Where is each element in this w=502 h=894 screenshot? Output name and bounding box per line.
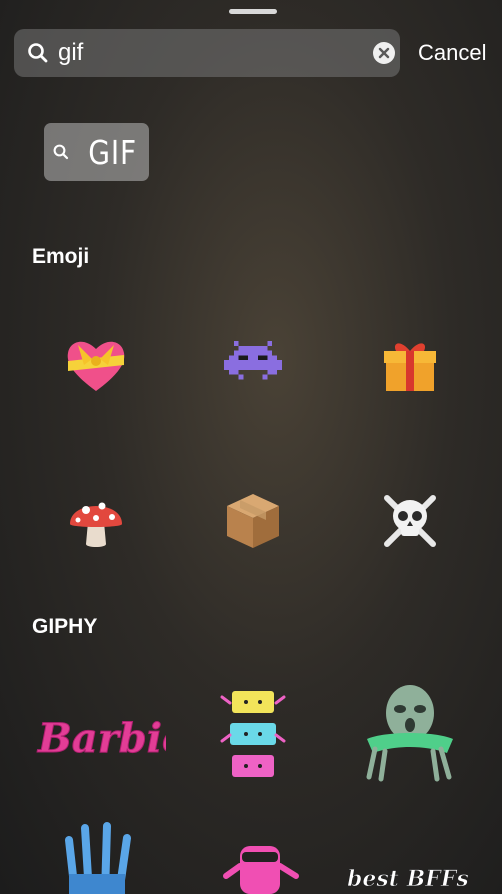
skull-and-crossbones-icon xyxy=(384,495,436,547)
section-title-giphy: GIPHY xyxy=(32,615,98,638)
giphy-hand-sticker[interactable] xyxy=(40,820,160,894)
search-icon xyxy=(53,144,68,160)
emoji-mushroom[interactable] xyxy=(36,466,156,576)
sheet-drag-handle[interactable] xyxy=(229,9,277,14)
emoji-wrapped-gift[interactable] xyxy=(350,310,470,420)
pink-character-graphic xyxy=(223,846,299,894)
close-icon xyxy=(378,47,390,59)
giphy-best-bffs-sticker[interactable]: best BFFs xyxy=(345,856,485,894)
search-input[interactable] xyxy=(58,37,358,69)
search-bar[interactable] xyxy=(14,29,400,77)
chip-label: GIF xyxy=(88,132,137,172)
hand-graphic xyxy=(65,822,131,894)
best-bffs-text: best BFFs xyxy=(347,866,469,892)
cancel-button[interactable]: Cancel xyxy=(418,40,486,66)
emoji-heart-with-ribbon[interactable] xyxy=(36,310,156,420)
search-icon xyxy=(28,43,48,63)
stacked-blocks-graphic xyxy=(220,691,286,777)
space-invader-icon xyxy=(224,341,282,380)
alien-graphic xyxy=(366,685,453,782)
barbie-sticker-graphic: Barbie xyxy=(37,715,167,763)
gif-suggestion-chip[interactable]: GIF xyxy=(44,123,149,181)
mushroom-icon xyxy=(70,502,122,547)
clear-search-button[interactable] xyxy=(373,42,395,64)
giphy-stacked-blocks-sticker[interactable] xyxy=(193,680,313,790)
wrapped-gift-icon xyxy=(384,343,436,391)
section-title-emoji: Emoji xyxy=(32,245,90,268)
emoji-space-invader[interactable] xyxy=(193,310,313,420)
giphy-alien-sticker[interactable] xyxy=(350,676,470,786)
emoji-skull-and-crossbones[interactable] xyxy=(350,466,470,576)
barbie-sticker-text: Barbie xyxy=(37,715,166,762)
heart-with-ribbon-icon xyxy=(67,341,125,391)
giphy-pink-character-sticker[interactable] xyxy=(200,836,320,894)
emoji-package[interactable] xyxy=(193,466,313,576)
best-bffs-graphic: best BFFs xyxy=(347,866,470,893)
package-icon xyxy=(227,494,279,548)
giphy-barbie-sticker[interactable]: Barbie xyxy=(30,680,170,790)
